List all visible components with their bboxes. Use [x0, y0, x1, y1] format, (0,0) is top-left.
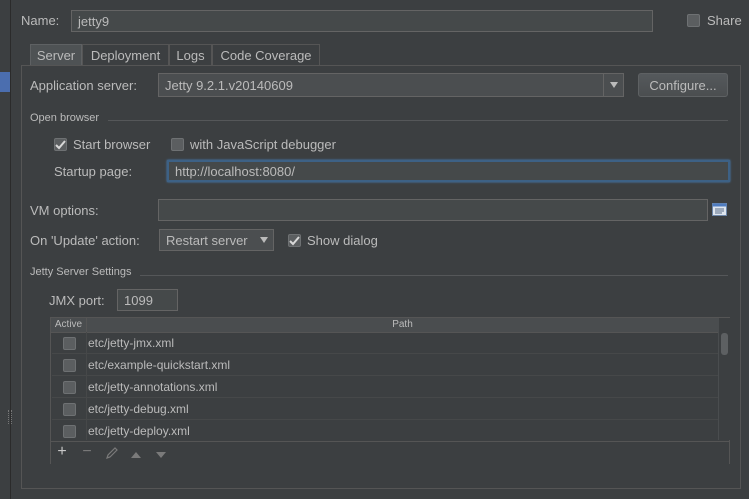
table-scrollbar[interactable] [718, 318, 730, 440]
start-browser-label[interactable]: Start browser [73, 137, 150, 152]
tab-logs[interactable]: Logs [169, 44, 212, 66]
tab-deployment[interactable]: Deployment [82, 44, 169, 66]
js-debugger-checkbox[interactable] [171, 138, 184, 151]
table-header: Active Path [51, 318, 718, 333]
app-server-select[interactable]: Jetty 9.2.1.v20140609 [158, 73, 624, 97]
name-input[interactable]: jetty9 [71, 10, 653, 32]
row-active-checkbox[interactable] [63, 337, 76, 350]
jetty-settings-section-label: Jetty Server Settings [30, 266, 132, 278]
row-path: etc/jetty-jmx.xml [88, 336, 175, 350]
table-row[interactable]: etc/jetty-jmx.xml [52, 333, 718, 354]
tab-server[interactable]: Server [30, 44, 82, 66]
table-row[interactable]: etc/jetty-annotations.xml [52, 377, 718, 398]
jmx-port-label: JMX port: [49, 293, 105, 308]
remove-button[interactable]: − [80, 444, 94, 460]
row-active-checkbox[interactable] [63, 381, 76, 394]
row-path: etc/example-quickstart.xml [88, 358, 231, 372]
startup-page-input[interactable]: http://localhost:8080/ [167, 160, 730, 182]
show-dialog-label[interactable]: Show dialog [307, 233, 378, 248]
checkmark-icon [289, 235, 300, 245]
row-active-checkbox[interactable] [63, 425, 76, 438]
column-header-active[interactable]: Active [51, 318, 87, 332]
table-toolbar [51, 441, 729, 464]
move-down-icon[interactable] [155, 448, 167, 458]
table-row[interactable]: etc/jetty-debug.xml [52, 399, 718, 420]
chevron-down-icon[interactable] [603, 74, 624, 96]
chevron-down-icon[interactable] [254, 230, 273, 250]
column-divider [86, 332, 87, 440]
startup-page-label: Startup page: [54, 164, 133, 179]
row-active-checkbox[interactable] [63, 359, 76, 372]
app-server-value: Jetty 9.2.1.v20140609 [165, 77, 293, 93]
on-update-label: On 'Update' action: [30, 233, 140, 248]
open-browser-section-label: Open browser [30, 112, 100, 124]
checkmark-icon [55, 139, 66, 149]
row-active-checkbox[interactable] [63, 403, 76, 416]
on-update-value: Restart server [166, 232, 248, 248]
jmx-port-input[interactable]: 1099 [117, 289, 178, 311]
table-row[interactable]: etc/jetty-deploy.xml [52, 421, 718, 442]
left-panel-selection [0, 72, 10, 92]
name-label: Name: [21, 13, 60, 28]
js-debugger-label[interactable]: with JavaScript debugger [190, 137, 336, 152]
vm-options-input[interactable] [158, 199, 708, 221]
splitter-handle[interactable] [8, 410, 12, 424]
start-browser-checkbox[interactable] [54, 138, 67, 151]
jetty-settings-separator [140, 275, 728, 276]
edit-icon[interactable] [105, 446, 119, 460]
row-path: etc/jetty-debug.xml [88, 402, 189, 416]
row-path: etc/jetty-deploy.xml [88, 424, 190, 438]
move-up-icon[interactable] [130, 448, 142, 458]
column-header-path[interactable]: Path [87, 318, 718, 332]
app-server-label: Application server: [30, 78, 137, 93]
expand-editor-icon[interactable] [712, 202, 727, 217]
scrollbar-thumb[interactable] [721, 333, 728, 355]
row-path: etc/jetty-annotations.xml [88, 380, 218, 394]
table-row[interactable]: etc/example-quickstart.xml [52, 355, 718, 376]
configure-button[interactable]: Configure... [638, 73, 728, 97]
open-browser-separator [108, 120, 728, 121]
vm-options-label: VM options: [30, 203, 99, 218]
tab-code-coverage[interactable]: Code Coverage [212, 44, 320, 66]
add-button[interactable]: + [55, 444, 69, 460]
show-dialog-checkbox[interactable] [288, 234, 301, 247]
share-label[interactable]: Share [707, 13, 742, 28]
share-checkbox[interactable] [687, 14, 700, 27]
